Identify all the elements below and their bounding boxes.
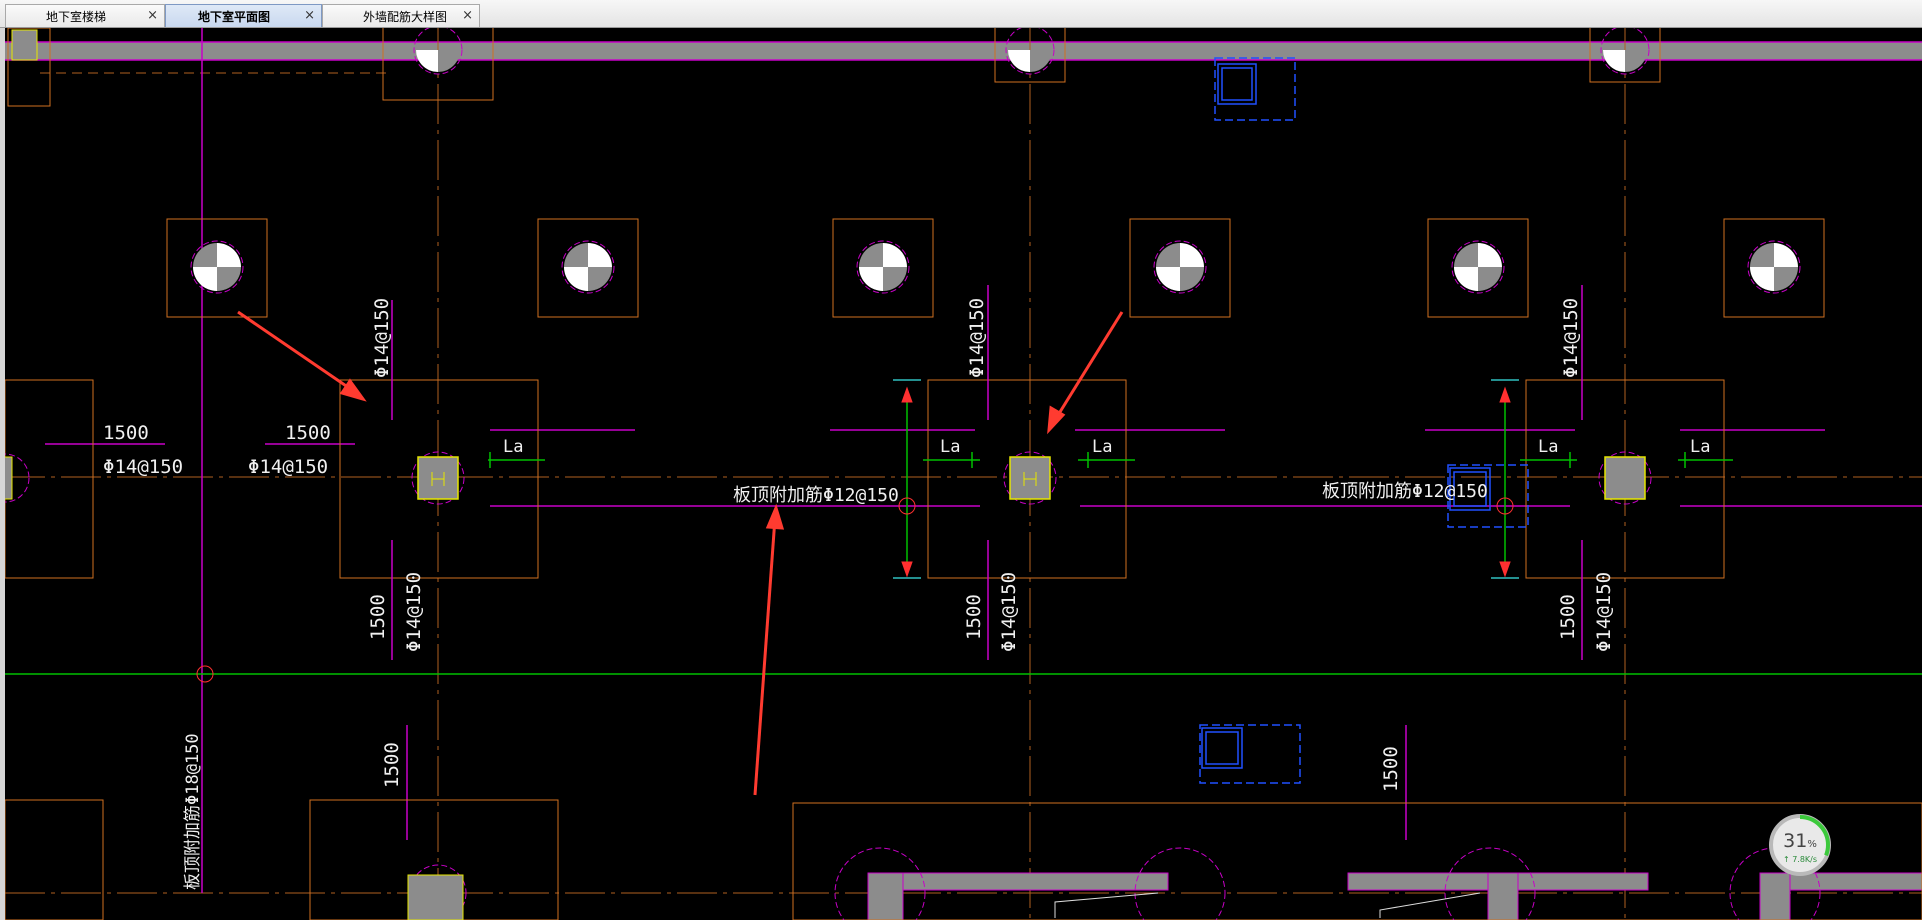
columns-row2 <box>5 379 1725 579</box>
column-symbol-icon <box>537 218 639 318</box>
drawing-text: 1500 Φ14@150 1500 Φ14@150 La La La La La… <box>103 298 1710 890</box>
dim-text-1500: 1500 <box>103 422 149 444</box>
rebar-text-vertical: Φ14@150 <box>1560 298 1582 378</box>
column-symbol-icon <box>411 451 465 505</box>
la-text: La <box>1092 437 1112 457</box>
slab-rebar-note: 板顶附加筋Φ12@150 <box>733 485 899 506</box>
document-tab-bar: 地下室楼梯 × 地下室平面图 × 外墙配筋大样图 × <box>0 0 1922 28</box>
column-symbol-icon <box>1003 451 1057 505</box>
tab-exterior-wall-detail[interactable]: 外墙配筋大样图 × <box>322 4 480 27</box>
rebar-text-vertical: Φ14@150 <box>403 572 425 652</box>
la-text: La <box>940 437 960 457</box>
column-symbol-icon <box>1723 218 1825 318</box>
close-icon[interactable]: × <box>304 8 315 24</box>
slab-rebar-note-vertical: 板顶附加筋Φ18@150 <box>183 733 203 890</box>
column-symbol-icon <box>1129 218 1231 318</box>
la-text: La <box>1538 437 1558 457</box>
dim-text-vertical: 1500 <box>367 594 389 640</box>
dim-text-1500: 1500 <box>285 422 331 444</box>
close-icon[interactable]: × <box>462 8 473 24</box>
upload-rate: ↑ 7.8K/s <box>1782 855 1818 864</box>
dim-text-vertical: 1500 <box>963 594 985 640</box>
tab-basement-floor-plan[interactable]: 地下室平面图 × <box>165 4 322 27</box>
network-speed-widget[interactable]: 31% ↑ 7.8K/s <box>1769 814 1831 876</box>
rebar-text-vertical: Φ14@150 <box>966 298 988 378</box>
close-icon[interactable]: × <box>147 8 158 24</box>
la-text: La <box>1690 437 1710 457</box>
speed-percent: 31 <box>1783 830 1808 852</box>
grid-axes-horizontal <box>5 476 1922 894</box>
tab-label: 地下室楼梯 <box>46 9 107 24</box>
cad-drawing: 1500 Φ14@150 1500 Φ14@150 La La La La La… <box>5 28 1922 920</box>
rebar-text: Φ14@150 <box>103 456 183 478</box>
column-symbols-top <box>7 28 1661 107</box>
rebar-text-vertical: Φ14@150 <box>1593 572 1615 652</box>
tab-basement-stairs[interactable]: 地下室楼梯 × <box>5 4 165 27</box>
tab-label: 外墙配筋大样图 <box>363 9 448 24</box>
column-symbol-icon <box>1598 451 1652 505</box>
beam-band-bottom <box>5 799 1922 920</box>
column-symbol-icon <box>832 218 934 318</box>
la-dimension-marks <box>488 390 1733 575</box>
dim-text-vertical: 1500 <box>381 742 403 788</box>
dim-text-vertical: 1500 <box>1557 594 1579 640</box>
slab-rebar-note: 板顶附加筋Φ12@150 <box>1322 481 1488 502</box>
dim-text-vertical: 1500 <box>1380 746 1402 792</box>
speed-percent-unit: % <box>1807 839 1817 850</box>
rebar-text-vertical: Φ14@150 <box>998 572 1020 652</box>
cad-drawing-canvas[interactable]: 1500 Φ14@150 1500 Φ14@150 La La La La La… <box>0 28 1922 920</box>
rebar-text: Φ14@150 <box>248 456 328 478</box>
arrow-annotation-icon <box>237 310 1124 796</box>
tab-label: 地下室平面图 <box>198 9 271 24</box>
la-text: La <box>503 437 523 457</box>
column-symbol-icon <box>166 218 268 318</box>
rebar-text-vertical: Φ14@150 <box>371 298 393 378</box>
column-symbol-icon <box>1427 218 1529 318</box>
